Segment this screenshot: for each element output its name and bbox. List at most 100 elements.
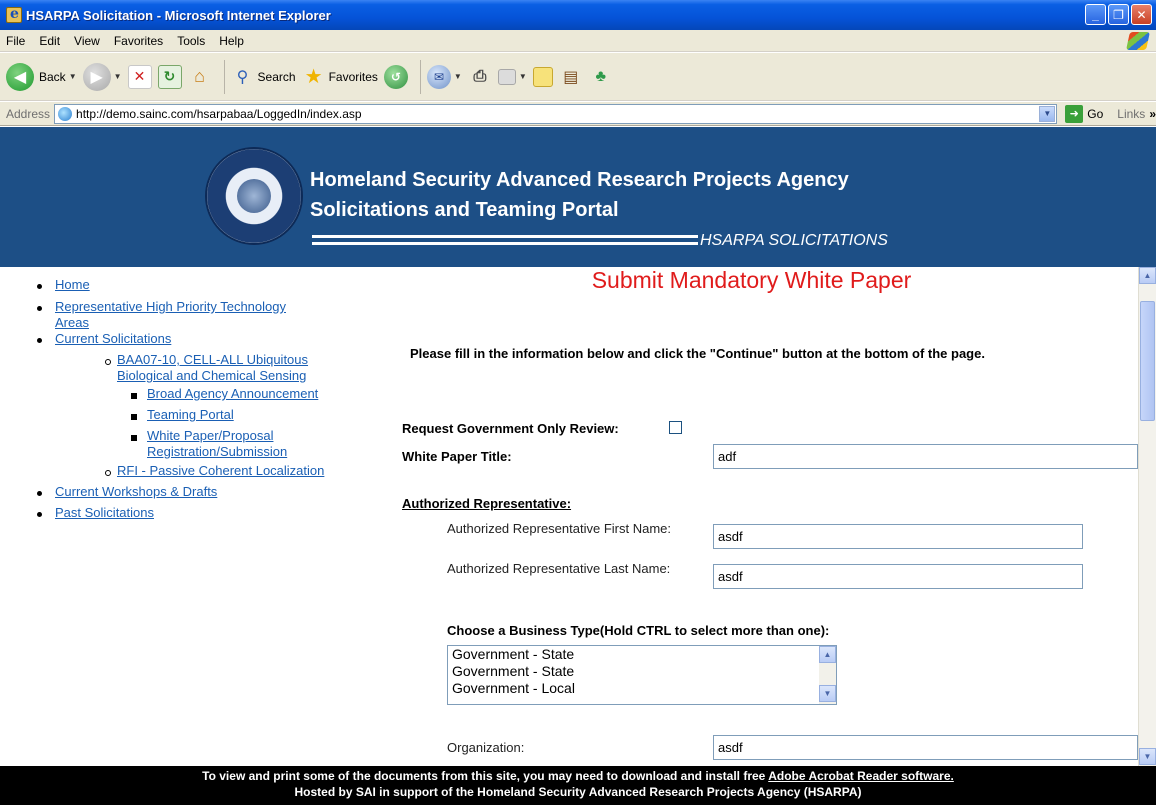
nav-rhpta-cont[interactable]: Areas xyxy=(55,315,89,330)
search-label: Search xyxy=(257,69,296,84)
organization-input[interactable]: asdf xyxy=(713,735,1138,760)
toolbar-separator xyxy=(223,59,225,94)
business-type-select[interactable]: Government - State Government - State Go… xyxy=(447,645,837,705)
messenger-button[interactable]: ♣ xyxy=(589,65,613,89)
page-content: Homeland Security Advanced Research Proj… xyxy=(0,127,1156,766)
minimize-button[interactable]: _ xyxy=(1085,4,1106,25)
bullet xyxy=(37,338,42,343)
mail-button[interactable]: ✉ ▼ xyxy=(426,64,462,89)
menu-help[interactable]: Help xyxy=(219,34,244,48)
search-icon: ⚲ xyxy=(236,68,249,86)
form-area: Submit Mandatory White Paper Please fill… xyxy=(390,267,1138,766)
nav-home[interactable]: Home xyxy=(55,277,90,292)
window-controls: _ ❐ ✕ xyxy=(1085,4,1152,25)
mail-icon: ✉ xyxy=(426,64,451,89)
history-icon: ↺ xyxy=(383,64,408,89)
back-label: Back xyxy=(39,69,66,84)
refresh-button[interactable]: ↻ xyxy=(157,64,182,89)
first-name-input[interactable]: asdf xyxy=(713,524,1083,549)
history-button[interactable]: ↺ xyxy=(383,64,408,89)
chevron-down-icon[interactable]: ▼ xyxy=(519,72,527,81)
nav-white-paper-submission-cont[interactable]: Registration/Submission xyxy=(147,444,287,459)
chevron-down-icon[interactable]: ▼ xyxy=(454,72,462,81)
nav-white-paper-submission[interactable]: White Paper/Proposal xyxy=(147,428,273,443)
business-type-option[interactable]: Government - State xyxy=(448,663,836,680)
scroll-up-icon[interactable]: ▲ xyxy=(819,646,836,663)
footer-acrobat-text: To view and print some of the documents … xyxy=(202,769,769,783)
form-instructions: Please fill in the information below and… xyxy=(410,346,985,361)
bullet xyxy=(37,306,42,311)
menu-file[interactable]: File xyxy=(6,34,25,48)
chevron-down-icon[interactable]: ▼ xyxy=(69,72,77,81)
gov-review-label: Request Government Only Review: xyxy=(402,421,619,436)
banner-rule xyxy=(312,235,698,245)
close-button[interactable]: ✕ xyxy=(1131,4,1152,25)
back-arrow-icon: ◀ xyxy=(6,62,34,91)
nav-current-solicitations[interactable]: Current Solicitations xyxy=(55,331,171,346)
links-button[interactable]: Links xyxy=(1117,107,1145,121)
circle-bullet xyxy=(105,359,111,365)
forward-button[interactable]: ▶ ▼ xyxy=(82,62,122,91)
research-button[interactable]: ▤ xyxy=(559,65,583,89)
address-url[interactable]: http://demo.sainc.com/hsarpabaa/LoggedIn… xyxy=(76,107,362,121)
back-button[interactable]: ◀ Back ▼ xyxy=(6,62,77,91)
menu-bar: File Edit View Favorites Tools Help xyxy=(0,30,1156,52)
nav-current-workshops[interactable]: Current Workshops & Drafts xyxy=(55,484,217,499)
nav-baa07-10[interactable]: BAA07-10, CELL-ALL Ubiquitous xyxy=(117,352,308,367)
note-icon xyxy=(532,66,553,87)
menu-tools[interactable]: Tools xyxy=(177,34,205,48)
maximize-button[interactable]: ❐ xyxy=(1108,4,1129,25)
refresh-icon: ↻ xyxy=(157,64,182,89)
business-type-label: Choose a Business Type(Hold CTRL to sele… xyxy=(447,623,830,638)
bullet xyxy=(37,491,42,496)
listbox-scrollbar[interactable]: ▲ ▼ xyxy=(819,646,836,704)
window-title: HSARPA Solicitation - Microsoft Internet… xyxy=(26,7,331,23)
menu-favorites[interactable]: Favorites xyxy=(114,34,163,48)
nav-past-solicitations[interactable]: Past Solicitations xyxy=(55,505,154,520)
business-type-option[interactable]: Government - State xyxy=(448,646,836,663)
page-footer: To view and print some of the documents … xyxy=(0,766,1156,805)
wp-title-input[interactable]: adf xyxy=(713,444,1138,469)
chevron-down-icon[interactable]: ▼ xyxy=(1039,105,1056,122)
nav-broad-agency-announcement[interactable]: Broad Agency Announcement xyxy=(147,386,318,401)
scroll-down-icon[interactable]: ▼ xyxy=(1139,748,1156,765)
scroll-down-icon[interactable]: ▼ xyxy=(819,685,836,702)
menu-view[interactable]: View xyxy=(74,34,100,48)
nav-rhpta[interactable]: Representative High Priority Technology xyxy=(55,299,286,314)
last-name-input[interactable]: asdf xyxy=(713,564,1083,589)
stop-button[interactable]: ✕ xyxy=(127,64,152,89)
print-button[interactable]: ⎙ xyxy=(468,65,492,89)
banner-title: Homeland Security Advanced Research Proj… xyxy=(310,169,849,191)
site-banner: Homeland Security Advanced Research Proj… xyxy=(0,127,1156,267)
home-button[interactable]: ⌂ xyxy=(188,65,212,89)
nav-rfi-pcl[interactable]: RFI - Passive Coherent Localization xyxy=(117,463,324,478)
menu-edit[interactable]: Edit xyxy=(39,34,60,48)
last-name-label: Authorized Representative Last Name: xyxy=(447,561,671,576)
go-button[interactable]: ➜ Go xyxy=(1065,104,1103,123)
nav-baa07-10-cont[interactable]: Biological and Chemical Sensing xyxy=(117,368,306,383)
square-bullet xyxy=(131,393,137,399)
page-scrollbar[interactable]: ▲ ▼ xyxy=(1138,267,1156,766)
scroll-up-icon[interactable]: ▲ xyxy=(1139,267,1156,284)
acrobat-reader-link[interactable]: Adobe Acrobat Reader software. xyxy=(768,769,954,783)
chevron-down-icon[interactable]: ▼ xyxy=(114,72,122,81)
favorites-button[interactable]: ★ Favorites xyxy=(302,65,378,89)
search-button[interactable]: ⚲ Search xyxy=(231,65,296,89)
wp-title-label: White Paper Title: xyxy=(402,449,512,464)
scroll-track[interactable] xyxy=(819,663,836,685)
bullet xyxy=(37,512,42,517)
address-input[interactable]: http://demo.sainc.com/hsarpabaa/LoggedIn… xyxy=(54,103,1058,124)
square-bullet xyxy=(131,435,137,441)
scroll-thumb[interactable] xyxy=(1140,301,1155,421)
edit-button[interactable]: ▼ xyxy=(497,68,527,85)
gov-review-checkbox[interactable] xyxy=(669,421,682,434)
nav-teaming-portal[interactable]: Teaming Portal xyxy=(147,407,234,422)
business-type-option[interactable]: Government - Local xyxy=(448,680,836,697)
dhs-seal-logo xyxy=(205,147,303,245)
circle-bullet xyxy=(105,470,111,476)
address-bar: Address http://demo.sainc.com/hsarpabaa/… xyxy=(0,102,1156,126)
discuss-button[interactable] xyxy=(532,66,553,87)
research-icon: ▤ xyxy=(563,68,579,86)
chevron-right-icon[interactable]: » xyxy=(1149,107,1156,121)
banner-tagline: HSARPA SOLICITATIONS xyxy=(700,232,888,249)
